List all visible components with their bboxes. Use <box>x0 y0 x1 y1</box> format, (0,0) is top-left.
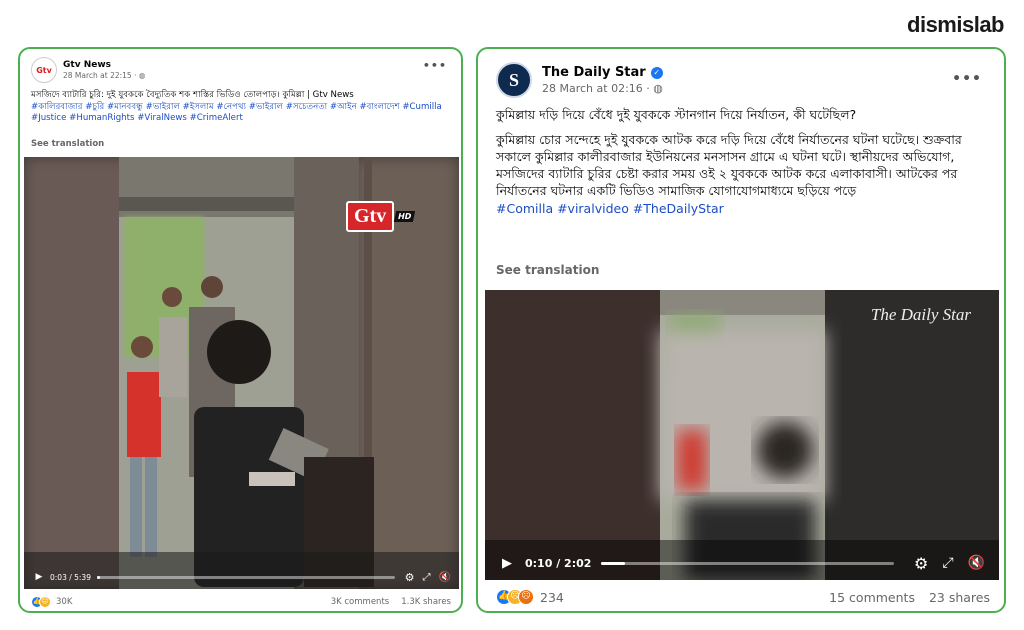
daily-star-watermark: The Daily Star <box>870 305 971 324</box>
page-name[interactable]: Gtv News <box>63 60 145 70</box>
play-icon[interactable]: ▶ <box>499 556 515 571</box>
avatar-label: Gtv <box>36 65 52 75</box>
post-timestamp[interactable]: 28 March at 22:15 · ◍ <box>63 71 145 80</box>
video-time: 0:03 / 5:39 <box>50 572 91 582</box>
post-body: কুমিল্লায় দড়ি দিয়ে বেঁধে দুই যুবককে স… <box>496 107 986 218</box>
page-avatar[interactable]: Gtv <box>31 57 57 83</box>
timestamp-text: 28 March at 02:16 · <box>542 82 654 95</box>
video-controls: ▶ 0:03 / 5:39 ⚙ ⤢ 🔇 <box>24 565 459 589</box>
video-player[interactable]: Gtv HD ▶ 0:03 / 5:39 ⚙ ⤢ 🔇 <box>24 157 459 589</box>
sad-reaction-icon[interactable]: ☹ <box>39 596 51 608</box>
see-translation-link[interactable]: See translation <box>496 263 599 277</box>
gtv-post-card: Gtv Gtv News 28 March at 22:15 · ◍ ••• ম… <box>18 47 463 613</box>
gtv-watermark: Gtv HD <box>346 201 416 232</box>
video-progress-bar[interactable] <box>601 561 895 565</box>
brand-logo: dismislab <box>907 12 1004 37</box>
video-progress-bar[interactable] <box>96 575 395 579</box>
post-text: কুমিল্লায় চোর সন্দেহে দুই যুবককে আটক কর… <box>496 131 962 198</box>
watermark-text: Gtv <box>346 201 395 232</box>
share-count[interactable]: 23 shares <box>929 590 990 605</box>
see-translation-link[interactable]: See translation <box>31 139 104 149</box>
page-avatar[interactable]: S <box>496 62 532 98</box>
more-options-icon[interactable]: ••• <box>423 59 447 72</box>
post-headline: কুমিল্লায় দড়ি দিয়ে বেঁধে দুই যুবককে স… <box>496 107 857 122</box>
post-timestamp[interactable]: 28 March at 02:16 · ◍ <box>542 82 663 95</box>
post-header: S The Daily Star ✓ 28 March at 02:16 · ◍ <box>496 62 663 98</box>
video-progress-fill <box>601 561 625 565</box>
comment-count[interactable]: 15 comments <box>829 590 915 605</box>
globe-icon: ◍ <box>653 82 663 95</box>
fullscreen-icon[interactable]: ⤢ <box>423 572 431 583</box>
comment-count[interactable]: 3K comments <box>331 597 390 607</box>
settings-gear-icon[interactable]: ⚙ <box>405 571 415 584</box>
post-hashtags[interactable]: #কালিরবাজার #চুরি #মানববন্ধু #ভাইরাল #ইস… <box>31 102 451 125</box>
timestamp-text: 28 March at 22:15 · <box>63 71 139 80</box>
reaction-count[interactable]: 30K <box>56 597 72 607</box>
post-text: মসজিদে ব্যাটারি চুরি: দুই যুবককে বৈদ্যুত… <box>31 90 354 100</box>
watermark-hd: HD <box>394 211 416 222</box>
page-name[interactable]: The Daily Star <box>542 65 646 80</box>
post-hashtags[interactable]: #Comilla #viralvideo #TheDailyStar <box>496 201 986 218</box>
video-progress-fill <box>96 575 100 579</box>
video-player[interactable]: The Daily Star ▶ 0:10 / 2:02 ⚙ ⤢ 🔇 <box>485 290 999 580</box>
post-body: মসজিদে ব্যাটারি চুরি: দুই যুবককে বৈদ্যুত… <box>31 90 451 125</box>
volume-mute-icon[interactable]: 🔇 <box>439 572 451 583</box>
share-count[interactable]: 1.3K shares <box>401 597 451 607</box>
settings-gear-icon[interactable]: ⚙ <box>914 554 928 573</box>
post-footer: 👍 ☹ ☹ 234 15 comments 23 shares <box>496 589 990 605</box>
post-footer: 👍 ☹ 30K 3K comments 1.3K shares <box>31 596 451 608</box>
verified-badge-icon: ✓ <box>650 66 663 79</box>
daily-star-post-card: S The Daily Star ✓ 28 March at 02:16 · ◍… <box>476 47 1006 613</box>
fullscreen-icon[interactable]: ⤢ <box>942 555 953 571</box>
angry-reaction-icon[interactable]: ☹ <box>518 589 534 605</box>
avatar-label: S <box>508 69 519 90</box>
globe-icon: ◍ <box>138 71 146 80</box>
video-controls: ▶ 0:10 / 2:02 ⚙ ⤢ 🔇 <box>485 546 999 580</box>
play-icon[interactable]: ▶ <box>32 572 46 582</box>
post-header: Gtv Gtv News 28 March at 22:15 · ◍ <box>31 57 145 83</box>
more-options-icon[interactable]: ••• <box>952 71 982 87</box>
volume-mute-icon[interactable]: 🔇 <box>968 555 985 571</box>
video-time: 0:10 / 2:02 <box>525 556 592 570</box>
video-frame <box>485 290 999 580</box>
reaction-count[interactable]: 234 <box>540 590 564 605</box>
